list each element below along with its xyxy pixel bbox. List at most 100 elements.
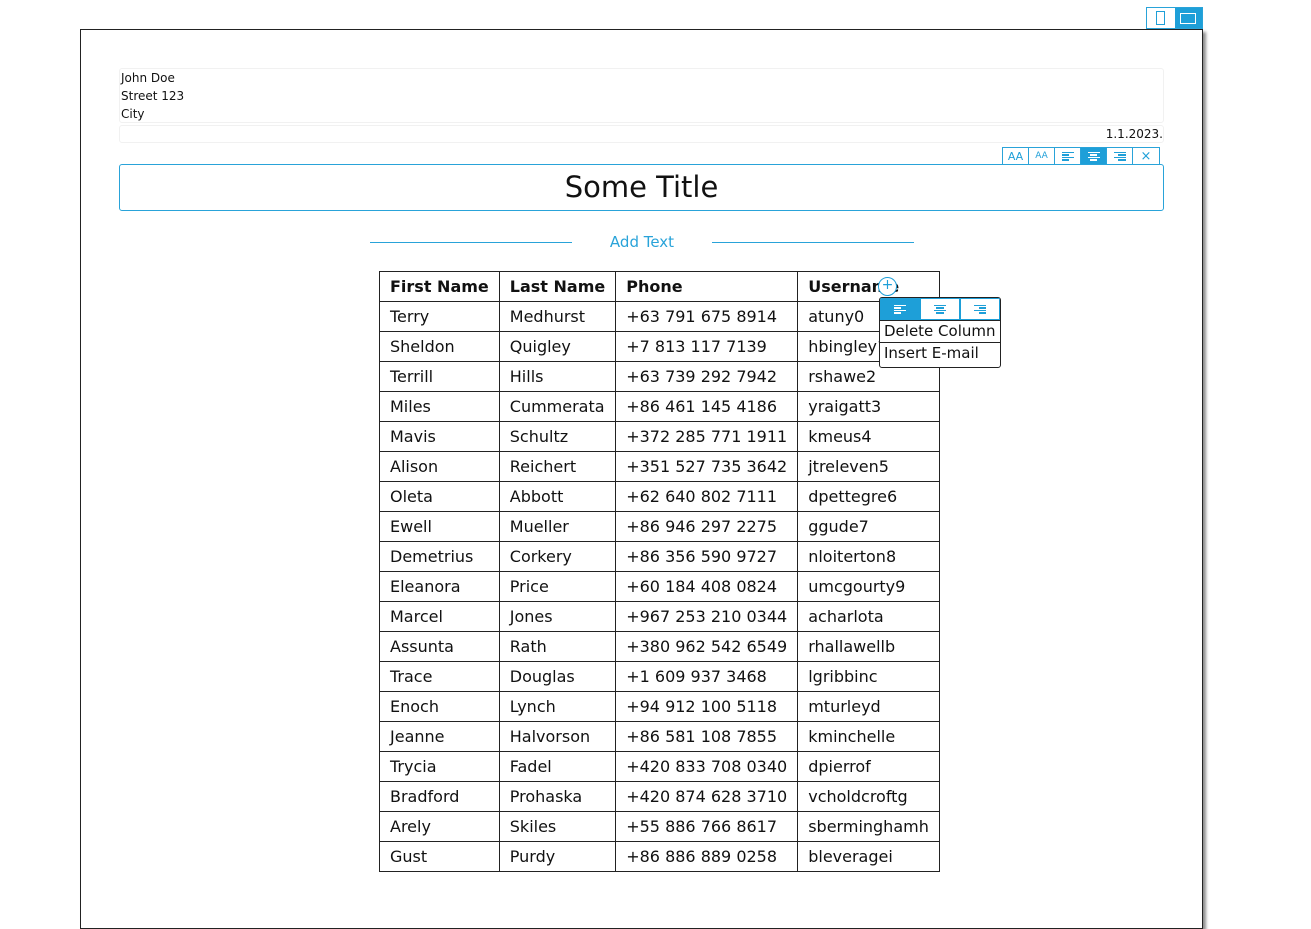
cell-last-name[interactable]: Skiles [498,811,617,842]
cell-phone[interactable]: +351 527 735 3642 [615,451,799,482]
cell-last-name[interactable]: Schultz [498,421,617,452]
cell-first-name[interactable]: Alison [379,451,500,482]
font-smaller-button[interactable]: AA [1029,148,1055,164]
header-last-name[interactable]: Last Name [498,271,617,302]
cell-last-name[interactable]: Quigley [498,331,617,362]
cell-username[interactable]: umcgourty9 [797,571,940,602]
font-larger-button[interactable]: AA [1003,148,1029,164]
cell-last-name[interactable]: Douglas [498,661,617,692]
cell-last-name[interactable]: Fadel [498,751,617,782]
cell-last-name[interactable]: Rath [498,631,617,662]
align-left-icon [1061,151,1074,161]
cell-first-name[interactable]: Trycia [379,751,500,782]
cell-last-name[interactable]: Hills [498,361,617,392]
cell-phone[interactable]: +86 946 297 2275 [615,511,799,542]
cell-phone[interactable]: +63 791 675 8914 [615,301,799,332]
cell-first-name[interactable]: Arely [379,811,500,842]
cell-last-name[interactable]: Cummerata [498,391,617,422]
cell-phone[interactable]: +86 356 590 9727 [615,541,799,572]
cell-last-name[interactable]: Mueller [498,511,617,542]
cell-first-name[interactable]: Marcel [379,601,500,632]
cell-phone[interactable]: +86 581 108 7855 [615,721,799,752]
cell-username[interactable]: bleveragei [797,841,940,872]
cell-phone[interactable]: +86 886 889 0258 [615,841,799,872]
orientation-toggle [1146,7,1203,29]
cell-first-name[interactable]: Jeanne [379,721,500,752]
cell-username[interactable]: kminchelle [797,721,940,752]
cell-first-name[interactable]: Demetrius [379,541,500,572]
cell-phone[interactable]: +94 912 100 5118 [615,691,799,722]
delete-column-menu-item[interactable]: Delete Column [880,321,1000,343]
table-row: Oleta Abbott +62 640 802 7111 dpettegre6 [379,481,940,512]
table-row: Sheldon Quigley +7 813 117 7139 hbingley1 [379,331,940,362]
align-center-icon [934,304,946,314]
cell-first-name[interactable]: Ewell [379,511,500,542]
header-phone[interactable]: Phone [615,271,799,302]
portrait-orientation-button[interactable] [1147,8,1175,28]
cell-username[interactable]: nloiterton8 [797,541,940,572]
cell-first-name[interactable]: Oleta [379,481,500,512]
cell-first-name[interactable]: Trace [379,661,500,692]
cell-username[interactable]: dpierrof [797,751,940,782]
cell-first-name[interactable]: Enoch [379,691,500,722]
cell-username[interactable]: acharlota [797,601,940,632]
cell-phone[interactable]: +380 962 542 6549 [615,631,799,662]
cell-username[interactable]: jtreleven5 [797,451,940,482]
document-title[interactable]: Some Title [119,164,1164,211]
cell-phone[interactable]: +60 184 408 0824 [615,571,799,602]
column-align-right-button[interactable] [960,298,1000,320]
cell-username[interactable]: rhallawellb [797,631,940,662]
cell-first-name[interactable]: Eleanora [379,571,500,602]
cell-first-name[interactable]: Gust [379,841,500,872]
cell-last-name[interactable]: Abbott [498,481,617,512]
cell-username[interactable]: vcholdcroftg [797,781,940,812]
cell-phone[interactable]: +86 461 145 4186 [615,391,799,422]
cell-phone[interactable]: +372 285 771 1911 [615,421,799,452]
cell-phone[interactable]: +420 833 708 0340 [615,751,799,782]
align-center-button[interactable] [1081,148,1107,164]
cell-username[interactable]: ggude7 [797,511,940,542]
column-align-left-button[interactable] [880,298,920,320]
cell-phone[interactable]: +1 609 937 3468 [615,661,799,692]
align-right-button[interactable] [1107,148,1133,164]
cell-first-name[interactable]: Mavis [379,421,500,452]
insert-email-menu-item[interactable]: Insert E-mail [880,343,1000,364]
close-title-button[interactable]: × [1133,148,1159,164]
add-text-button[interactable]: Add Text [572,233,712,251]
cell-last-name[interactable]: Corkery [498,541,617,572]
cell-username[interactable]: lgribbinc [797,661,940,692]
cell-first-name[interactable]: Assunta [379,631,500,662]
cell-first-name[interactable]: Sheldon [379,331,500,362]
cell-last-name[interactable]: Reichert [498,451,617,482]
table-header-row: First Name Last Name Phone Username [379,271,940,302]
cell-last-name[interactable]: Lynch [498,691,617,722]
cell-phone[interactable]: +7 813 117 7139 [615,331,799,362]
cell-last-name[interactable]: Price [498,571,617,602]
cell-username[interactable]: yraigatt3 [797,391,940,422]
cell-first-name[interactable]: Bradford [379,781,500,812]
cell-phone[interactable]: +63 739 292 7942 [615,361,799,392]
align-left-button[interactable] [1055,148,1081,164]
add-column-button[interactable]: + [878,277,897,296]
cell-last-name[interactable]: Medhurst [498,301,617,332]
cell-phone[interactable]: +62 640 802 7111 [615,481,799,512]
cell-phone[interactable]: +420 874 628 3710 [615,781,799,812]
cell-phone[interactable]: +55 886 766 8617 [615,811,799,842]
cell-last-name[interactable]: Halvorson [498,721,617,752]
header-first-name[interactable]: First Name [379,271,500,302]
cell-phone[interactable]: +967 253 210 0344 [615,601,799,632]
cell-username[interactable]: dpettegre6 [797,481,940,512]
cell-last-name[interactable]: Prohaska [498,781,617,812]
cell-first-name[interactable]: Terry [379,301,500,332]
cell-username[interactable]: sberminghamh [797,811,940,842]
cell-username[interactable]: kmeus4 [797,421,940,452]
sender-address-block[interactable]: John Doe Street 123 City [119,68,1164,123]
cell-last-name[interactable]: Purdy [498,841,617,872]
cell-username[interactable]: mturleyd [797,691,940,722]
cell-first-name[interactable]: Miles [379,391,500,422]
column-align-center-button[interactable] [920,298,960,320]
cell-first-name[interactable]: Terrill [379,361,500,392]
date-field[interactable]: 1.1.2023. [119,125,1164,143]
landscape-orientation-button[interactable] [1174,8,1202,28]
cell-last-name[interactable]: Jones [498,601,617,632]
